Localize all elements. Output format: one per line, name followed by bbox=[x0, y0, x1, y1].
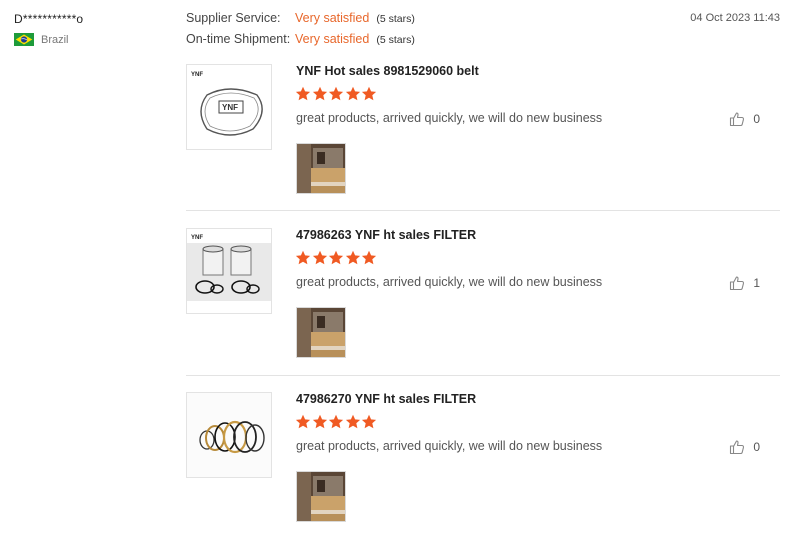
customer-photo[interactable] bbox=[296, 143, 346, 194]
helpful-button[interactable]: 1 bbox=[729, 275, 760, 291]
brazil-flag-icon bbox=[14, 33, 34, 46]
star-icon bbox=[328, 250, 344, 265]
belt-product-image[interactable]: YNF YNF bbox=[186, 64, 272, 150]
review-date: 04 Oct 2023 11:43 bbox=[690, 12, 780, 24]
reviewer-name: D***********o bbox=[14, 12, 84, 26]
star-icon bbox=[295, 414, 311, 429]
on-time-shipment-rating: On-time Shipment: Very satisfied (5 star… bbox=[186, 32, 415, 53]
customer-photo[interactable] bbox=[296, 471, 346, 522]
star-icon bbox=[345, 86, 360, 101]
thumbs-up-icon bbox=[730, 276, 745, 291]
star-icon bbox=[312, 86, 327, 101]
helpful-button[interactable]: 0 bbox=[729, 439, 760, 455]
rating-value: Very satisfied bbox=[295, 11, 370, 25]
like-count: 1 bbox=[753, 276, 760, 290]
country-name: Brazil bbox=[41, 33, 69, 46]
star-icon bbox=[312, 414, 327, 429]
svg-text:YNF: YNF bbox=[222, 103, 238, 112]
product-star-rating bbox=[295, 86, 378, 102]
thumbs-up-icon bbox=[730, 440, 745, 455]
like-count: 0 bbox=[753, 112, 760, 126]
star-icon bbox=[295, 86, 311, 101]
product-title[interactable]: 47986270 YNF ht sales FILTER bbox=[296, 392, 476, 406]
star-icon bbox=[328, 86, 344, 101]
review-comment: great products, arrived quickly, we will… bbox=[296, 111, 603, 125]
like-count: 0 bbox=[753, 440, 760, 454]
review-comment: great products, arrived quickly, we will… bbox=[296, 439, 603, 453]
review-comment: great products, arrived quickly, we will… bbox=[296, 275, 603, 289]
star-icon bbox=[295, 250, 311, 265]
product-star-rating bbox=[295, 414, 378, 430]
reviewer-country: Brazil bbox=[14, 33, 69, 46]
helpful-button[interactable]: 0 bbox=[729, 111, 760, 127]
star-icon bbox=[361, 250, 377, 265]
ratings-summary: Supplier Service: Very satisfied (5 star… bbox=[186, 11, 415, 53]
svg-text:YNF: YNF bbox=[191, 72, 203, 78]
seal-kit-product-image[interactable] bbox=[186, 392, 272, 478]
divider bbox=[186, 375, 780, 376]
star-icon bbox=[312, 250, 327, 265]
divider bbox=[186, 210, 780, 211]
product-title[interactable]: YNF Hot sales 8981529060 belt bbox=[296, 64, 479, 78]
product-star-rating bbox=[295, 250, 378, 266]
star-icon bbox=[361, 414, 377, 429]
product-title[interactable]: 47986263 YNF ht sales FILTER bbox=[296, 228, 476, 242]
rating-label: On-time Shipment: bbox=[186, 32, 291, 46]
svg-text:YNF: YNF bbox=[191, 235, 203, 241]
rating-stars-text: (5 stars) bbox=[376, 13, 415, 25]
star-icon bbox=[345, 250, 360, 265]
rating-stars-text: (5 stars) bbox=[376, 34, 415, 46]
supplier-service-rating: Supplier Service: Very satisfied (5 star… bbox=[186, 11, 415, 32]
thumbs-up-icon bbox=[730, 112, 745, 127]
rating-value: Very satisfied bbox=[295, 32, 370, 46]
star-icon bbox=[328, 414, 344, 429]
star-icon bbox=[345, 414, 360, 429]
rating-label: Supplier Service: bbox=[186, 11, 281, 25]
filter-product-image[interactable]: YNF bbox=[186, 228, 272, 314]
customer-photo[interactable] bbox=[296, 307, 346, 358]
star-icon bbox=[361, 86, 377, 101]
